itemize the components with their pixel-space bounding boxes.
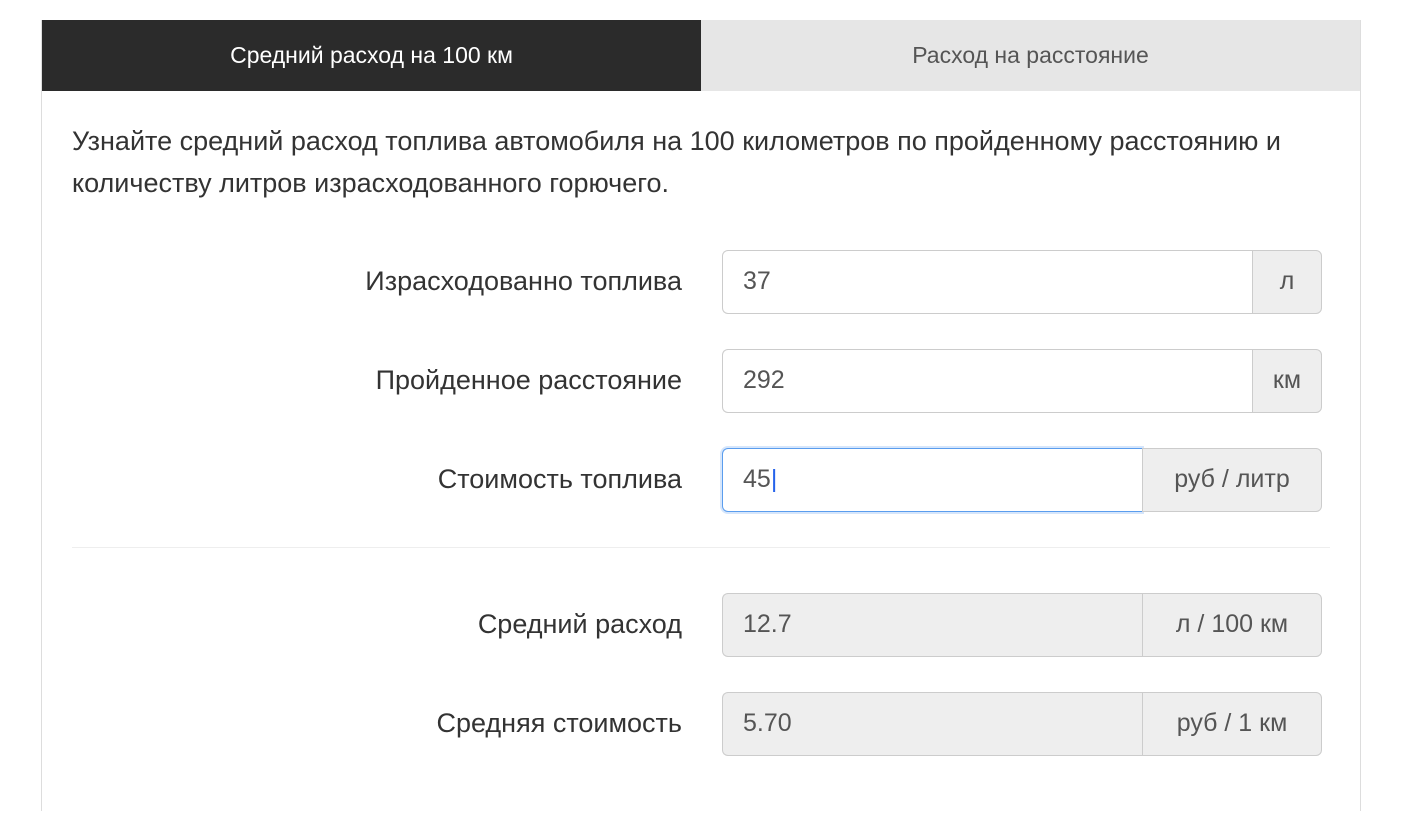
input-fuel-used[interactable] bbox=[722, 250, 1252, 314]
input-distance[interactable] bbox=[722, 349, 1252, 413]
row-fuel-used: Израсходованно топлива л bbox=[72, 250, 1330, 314]
label-avg-cost: Средняя стоимость bbox=[72, 708, 722, 739]
label-avg-consumption: Средний расход bbox=[72, 609, 722, 640]
divider bbox=[72, 547, 1330, 548]
group-fuel-cost: 45| руб / литр bbox=[722, 448, 1322, 512]
tab-average-per-100km[interactable]: Средний расход на 100 км bbox=[42, 20, 701, 91]
unit-avg-consumption: л / 100 км bbox=[1142, 593, 1322, 657]
row-avg-cost: Средняя стоимость 5.70 руб / 1 км bbox=[72, 692, 1330, 756]
label-fuel-cost: Стоимость топлива bbox=[72, 464, 722, 495]
group-distance: км bbox=[722, 349, 1322, 413]
tab-per-distance[interactable]: Расход на расстояние bbox=[701, 20, 1360, 91]
group-avg-consumption: 12.7 л / 100 км bbox=[722, 593, 1322, 657]
unit-distance: км bbox=[1252, 349, 1322, 413]
text-caret: | bbox=[771, 465, 778, 494]
output-avg-cost: 5.70 bbox=[722, 692, 1142, 756]
input-fuel-cost[interactable]: 45| bbox=[722, 448, 1142, 512]
unit-avg-cost: руб / 1 км bbox=[1142, 692, 1322, 756]
input-fuel-cost-value: 45 bbox=[743, 465, 771, 494]
calculator-container: Средний расход на 100 км Расход на расст… bbox=[41, 20, 1361, 811]
output-avg-consumption: 12.7 bbox=[722, 593, 1142, 657]
content-panel: Узнайте средний расход топлива автомобил… bbox=[42, 91, 1360, 811]
unit-fuel-used: л bbox=[1252, 250, 1322, 314]
tabs: Средний расход на 100 км Расход на расст… bbox=[42, 20, 1360, 91]
description-text: Узнайте средний расход топлива автомобил… bbox=[72, 121, 1330, 205]
group-avg-cost: 5.70 руб / 1 км bbox=[722, 692, 1322, 756]
row-fuel-cost: Стоимость топлива 45| руб / литр bbox=[72, 448, 1330, 512]
row-distance: Пройденное расстояние км bbox=[72, 349, 1330, 413]
group-fuel-used: л bbox=[722, 250, 1322, 314]
row-avg-consumption: Средний расход 12.7 л / 100 км bbox=[72, 593, 1330, 657]
unit-fuel-cost: руб / литр bbox=[1142, 448, 1322, 512]
label-distance: Пройденное расстояние bbox=[72, 365, 722, 396]
label-fuel-used: Израсходованно топлива bbox=[72, 266, 722, 297]
